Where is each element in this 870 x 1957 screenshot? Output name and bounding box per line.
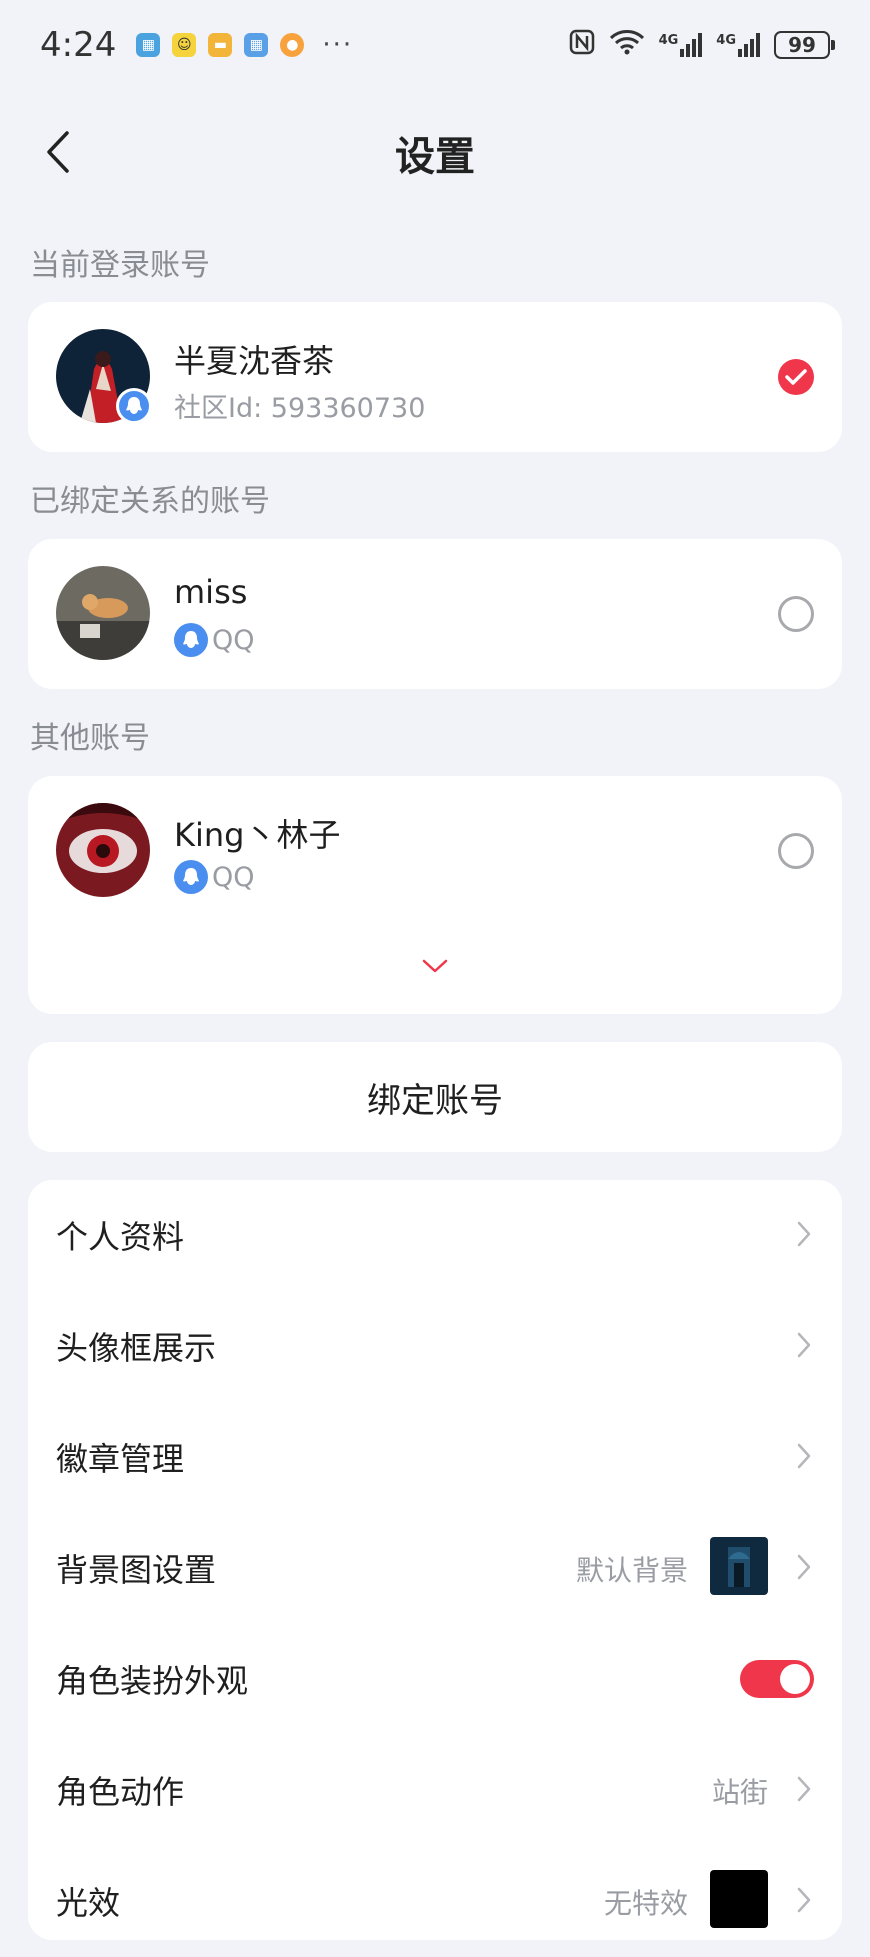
toggle-knob xyxy=(780,1664,810,1694)
account-row-linked[interactable]: miss QQ xyxy=(28,539,842,689)
menu-item-light-effect[interactable]: 光效 无特效 xyxy=(28,1846,842,1957)
background-thumbnail xyxy=(710,1537,768,1595)
settings-menu-card: 个人资料 头像框展示 徽章管理 背景图设置 默认背景 角色装扮外观 角色动作 站… xyxy=(28,1180,842,1940)
account-name: miss xyxy=(174,573,248,611)
section-label-current-account: 当前登录账号 xyxy=(30,248,210,283)
chevron-down-icon xyxy=(422,959,448,973)
avatar xyxy=(56,566,150,660)
menu-item-avatar-frame[interactable]: 头像框展示 xyxy=(28,1291,842,1402)
expand-more-button[interactable] xyxy=(421,956,449,976)
menu-item-value: 站街 xyxy=(711,1776,768,1809)
account-platform: QQ xyxy=(174,623,255,657)
menu-item-value: 默认背景 xyxy=(575,1554,688,1587)
menu-item-label: 角色装扮外观 xyxy=(56,1662,249,1700)
menu-item-label: 背景图设置 xyxy=(56,1551,217,1589)
message-notification-icon: ▬ xyxy=(208,33,233,57)
wifi-icon xyxy=(609,29,645,61)
radio-unselected[interactable] xyxy=(778,596,814,632)
outfit-appearance-toggle[interactable] xyxy=(740,1660,814,1698)
chevron-right-icon xyxy=(797,1443,811,1469)
avatar xyxy=(56,803,150,897)
menu-item-label: 个人资料 xyxy=(56,1218,185,1256)
menu-item-outfit-appearance[interactable]: 角色装扮外观 xyxy=(28,1624,842,1735)
menu-item-profile[interactable]: 个人资料 xyxy=(28,1180,842,1291)
chevron-right-icon xyxy=(797,1887,811,1913)
header: 设置 xyxy=(0,100,870,204)
network-type-label-2: 4G xyxy=(716,33,736,48)
menu-item-value: 无特效 xyxy=(603,1887,688,1920)
battery-icon: 99 xyxy=(774,31,835,59)
light-effect-thumbnail xyxy=(710,1870,768,1928)
chevron-right-icon xyxy=(797,1221,811,1247)
platform-label: QQ xyxy=(212,624,255,656)
other-accounts-card: King丶林子 QQ xyxy=(28,776,842,1014)
chevron-right-icon xyxy=(797,1776,811,1802)
status-bar: 4:24 ▦ ☺ ▬ ▦ ● ··· 4G 4G 99 xyxy=(0,0,870,90)
qq-icon xyxy=(174,860,208,894)
bind-account-button[interactable]: 绑定账号 xyxy=(28,1042,842,1152)
community-id: 社区Id: 593360730 xyxy=(174,393,426,424)
linked-accounts-card: miss QQ xyxy=(28,539,842,689)
account-row-other[interactable]: King丶林子 QQ xyxy=(28,776,842,926)
qq-icon xyxy=(174,623,208,657)
chevron-right-icon xyxy=(797,1332,811,1358)
account-name: King丶林子 xyxy=(174,816,341,854)
status-time: 4:24 xyxy=(40,25,117,65)
radio-unselected[interactable] xyxy=(778,833,814,869)
page-title: 设置 xyxy=(395,134,475,180)
section-label-other-accounts: 其他账号 xyxy=(30,721,150,756)
app-notification-icon-2: ▦ xyxy=(244,33,269,57)
app-notification-icon: ▦ xyxy=(136,33,161,57)
cellular-signal-icon-2: 4G xyxy=(716,33,760,57)
menu-item-label: 角色动作 xyxy=(56,1773,185,1811)
menu-item-label: 头像框展示 xyxy=(56,1329,217,1367)
cellular-signal-icon: 4G xyxy=(659,33,703,57)
status-right: 4G 4G 99 xyxy=(569,29,835,61)
menu-item-label: 光效 xyxy=(56,1884,121,1922)
battery-level: 99 xyxy=(788,33,816,57)
status-left: 4:24 ▦ ☺ ▬ ▦ ● ··· xyxy=(40,25,353,65)
game-notification-icon: ☺ xyxy=(172,33,197,57)
orange-app-notification-icon: ● xyxy=(280,33,305,57)
menu-item-character-action[interactable]: 角色动作 站街 xyxy=(28,1735,842,1846)
account-name: 半夏沈香茶 xyxy=(174,342,335,380)
more-notifications-icon: ··· xyxy=(322,30,354,60)
nfc-icon xyxy=(569,29,595,61)
qq-badge-icon xyxy=(116,388,152,424)
selected-check-icon[interactable] xyxy=(778,359,814,395)
network-type-label: 4G xyxy=(658,33,679,48)
menu-item-background[interactable]: 背景图设置 默认背景 xyxy=(28,1513,842,1624)
chevron-right-icon xyxy=(797,1554,811,1580)
menu-item-label: 徽章管理 xyxy=(56,1440,185,1478)
section-label-linked-accounts: 已绑定关系的账号 xyxy=(30,484,270,519)
current-account-card: 半夏沈香茶 社区Id: 593360730 xyxy=(28,302,842,452)
account-row-current[interactable]: 半夏沈香茶 社区Id: 593360730 xyxy=(28,302,842,452)
account-platform: QQ xyxy=(174,860,255,894)
menu-item-badges[interactable]: 徽章管理 xyxy=(28,1402,842,1513)
platform-label: QQ xyxy=(212,861,255,893)
